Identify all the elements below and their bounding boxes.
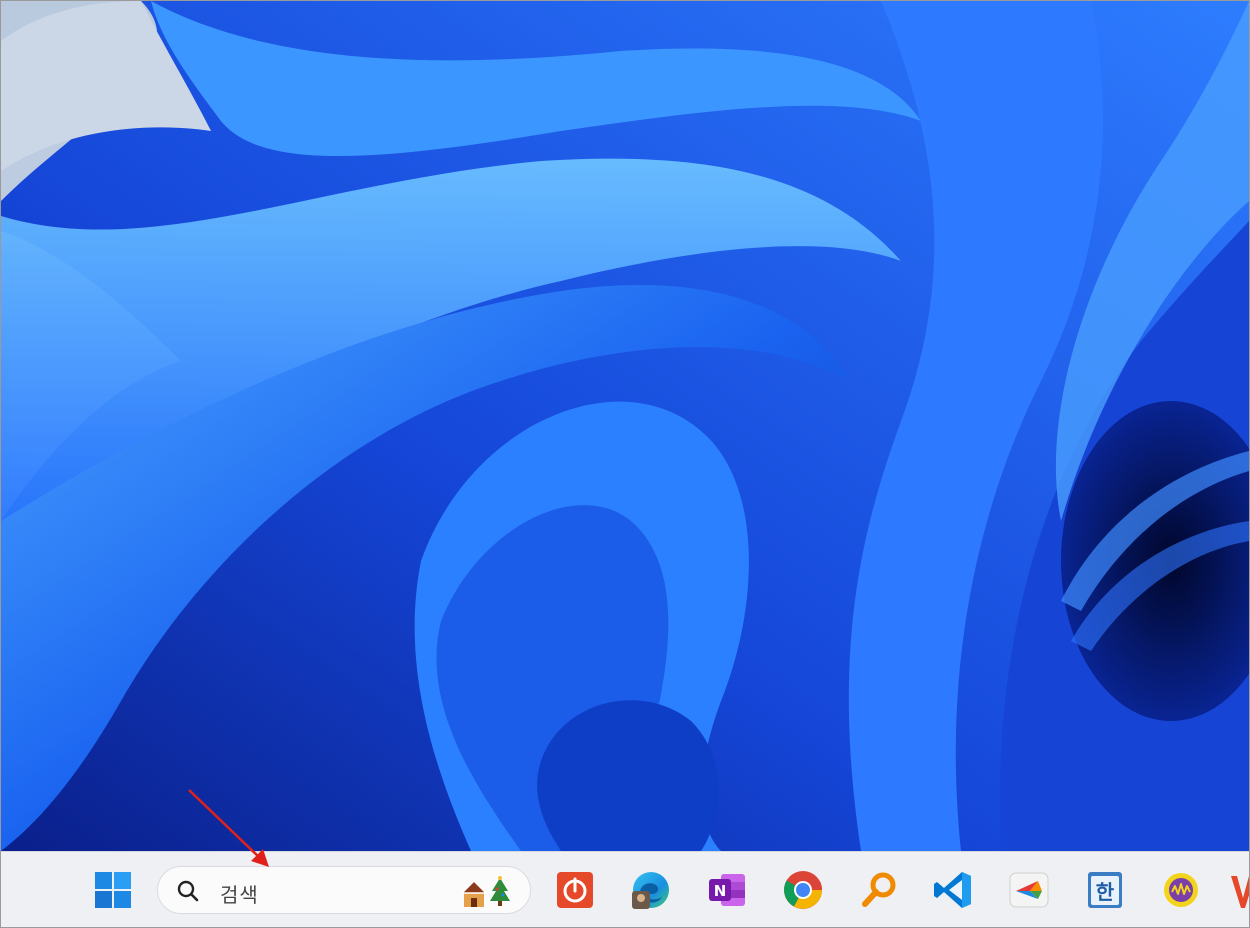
taskbar-app-chrome[interactable] [781,868,825,912]
start-button[interactable] [91,868,135,912]
taskbar-app-edge[interactable] [629,868,673,912]
onenote-icon: N [709,874,745,906]
svg-text:N: N [714,882,727,900]
taskbar: 검색 N 한 [1,851,1249,927]
partial-app-icon [1231,876,1249,908]
windows-start-icon [95,872,131,908]
taskbar-app-hangul[interactable]: 한 [1083,868,1127,912]
app-icon [1009,872,1049,908]
taskbar-app-onenote[interactable]: N [705,868,749,912]
vscode-icon [934,872,971,908]
holiday-decoration-icon [460,876,510,907]
search-placeholder: 검색 [220,883,259,907]
edge-icon [632,872,669,909]
svg-text:한: 한 [1096,880,1115,904]
taskbar-app-audio[interactable] [1159,868,1203,912]
taskbar-app-generic[interactable] [1007,868,1051,912]
taskbar-search-box[interactable]: 검색 [157,866,531,914]
taskbar-app-power[interactable] [553,868,597,912]
search-tool-icon [862,872,896,907]
power-app-icon [557,872,593,908]
chrome-icon [784,871,823,909]
search-icon [177,880,199,902]
hangul-icon: 한 [1088,872,1122,908]
screen: 검색 N 한 [0,0,1250,928]
desktop-wallpaper [1,1,1249,851]
taskbar-app-vscode[interactable] [931,868,975,912]
audio-app-icon [1164,873,1198,907]
taskbar-app-partial[interactable] [1229,872,1249,912]
taskbar-app-search-tool[interactable] [857,868,901,912]
